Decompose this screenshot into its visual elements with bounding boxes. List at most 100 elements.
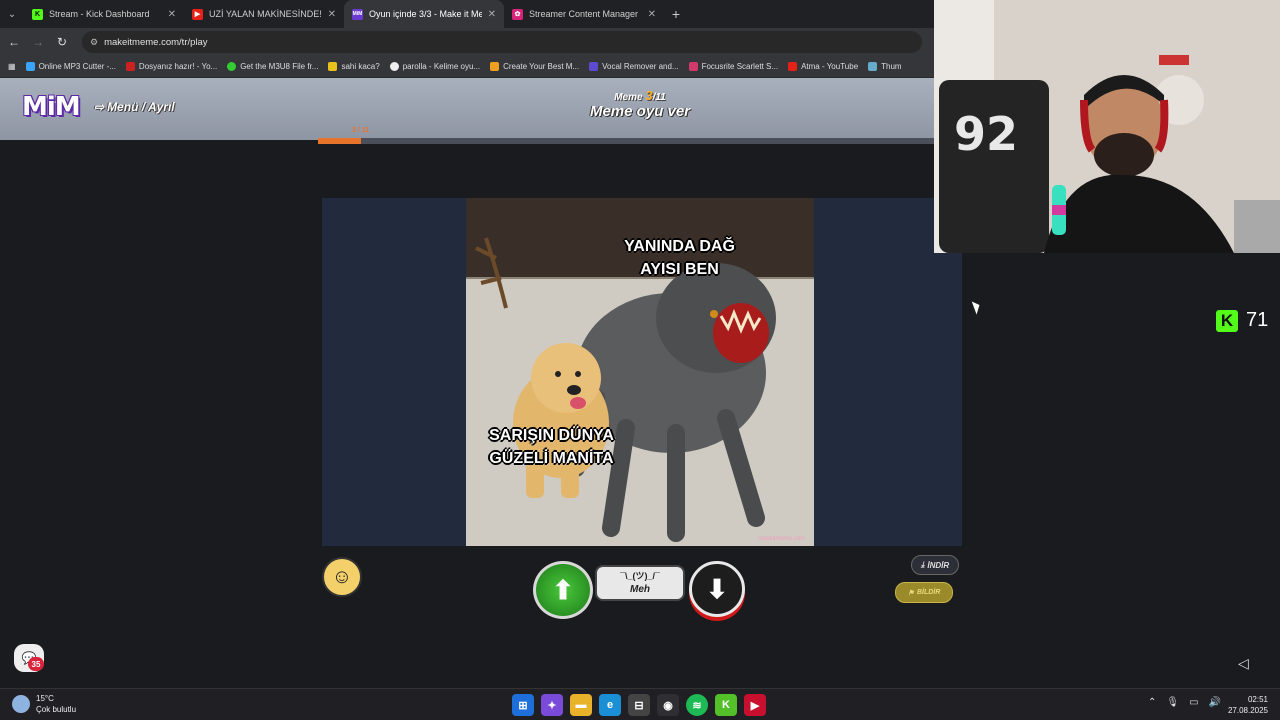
store-icon[interactable]: ⊟ bbox=[628, 694, 650, 716]
bookmark-item[interactable]: Online MP3 Cutter -... bbox=[25, 62, 116, 71]
chat-unread-badge: 35 bbox=[28, 657, 44, 671]
downvote-button[interactable]: ⬇ bbox=[689, 561, 745, 617]
address-bar[interactable]: ⚙ makeitmeme.com/tr/play bbox=[82, 31, 922, 53]
media-player-icon[interactable]: ▶ bbox=[744, 694, 766, 716]
bookmark-label: Vocal Remover and... bbox=[602, 62, 679, 71]
bookmark-label: Create Your Best M... bbox=[503, 62, 580, 71]
file-explorer-icon[interactable]: ▬ bbox=[570, 694, 592, 716]
close-icon[interactable]: ✕ bbox=[328, 9, 336, 20]
meme-bottom-caption: SARIŞIN DÜNYA GÜZELİ MANİTA bbox=[474, 424, 629, 470]
bookmark-item[interactable]: Create Your Best M... bbox=[490, 62, 579, 71]
bookmark-label: Atma - YouTube bbox=[801, 62, 859, 71]
tab-search-icon[interactable]: ⌄ bbox=[0, 0, 24, 28]
microphone-icon[interactable]: 🎙 bbox=[1166, 697, 1179, 708]
smiley-icon: ☺ bbox=[331, 565, 353, 588]
mim-logo[interactable]: MiM bbox=[22, 92, 81, 124]
taskbar-apps: ⊞ ✦ ▬ e ⊟ ◉ ≋ K ▶ bbox=[512, 694, 766, 716]
site-info-icon[interactable]: ⚙ bbox=[90, 37, 98, 48]
shrug-face: ¯\_(ツ)_/¯ bbox=[620, 571, 660, 581]
meme-top-caption: YANINDA DAĞ AYISI BEN bbox=[612, 235, 747, 281]
round-total: /11 bbox=[652, 92, 666, 103]
download-label: İNDİR bbox=[927, 560, 950, 570]
progress-label: 3 / 11 bbox=[352, 127, 370, 134]
arrow-up-icon: ⬆ bbox=[552, 574, 574, 605]
menu-leave-link[interactable]: ⇨ Menü / Ayrıl bbox=[94, 100, 175, 114]
bookmark-item[interactable]: Thum bbox=[868, 62, 902, 71]
bookmark-favicon bbox=[25, 62, 35, 71]
upvote-button[interactable]: ⬆ bbox=[533, 561, 593, 619]
bookmark-label: Focusrite Scarlett S... bbox=[701, 62, 779, 71]
cloud-icon bbox=[12, 695, 30, 713]
forward-icon[interactable]: → bbox=[28, 32, 48, 52]
svg-text:92: 92 bbox=[954, 107, 1018, 161]
webcam-feed: 92 bbox=[934, 0, 1280, 253]
bookmark-label: parolla - Kelime oyu... bbox=[402, 62, 481, 71]
kick-app-icon[interactable]: K bbox=[715, 694, 737, 716]
caption-line: GÜZELİ MANİTA bbox=[489, 450, 614, 467]
close-icon[interactable]: ✕ bbox=[488, 9, 496, 20]
bookmark-label: Thum bbox=[881, 62, 902, 71]
kick-viewer-counter: K 71 bbox=[1216, 309, 1268, 332]
chevron-up-icon[interactable]: ⌃ bbox=[1148, 697, 1156, 708]
round-counter: Meme 3/11 bbox=[560, 88, 720, 103]
watermark: makeitmeme.com bbox=[758, 536, 806, 542]
kick-icon: K bbox=[1216, 309, 1238, 332]
tab-youtube[interactable]: ▶ UZİ YALAN MAKİNESİNDE! | #P ✕ bbox=[184, 0, 344, 28]
bookmark-item[interactable]: Dosyanız hazır! - Yo... bbox=[125, 62, 218, 71]
bookmark-item[interactable]: parolla - Kelime oyu... bbox=[389, 62, 481, 71]
display-icon[interactable]: ▭ bbox=[1189, 697, 1198, 708]
arrow-down-icon: ⬇ bbox=[706, 573, 728, 604]
volume-icon[interactable]: 🔊 bbox=[1209, 697, 1221, 708]
tab-streamer-content-manager[interactable]: ✿ Streamer Content Manager ✕ bbox=[504, 0, 664, 28]
caption-line: YANINDA DAĞ bbox=[624, 238, 735, 255]
reaction-emoji-button[interactable]: ☺ bbox=[322, 557, 362, 597]
bookmark-favicon bbox=[589, 62, 599, 71]
youtube-icon: ▶ bbox=[192, 8, 203, 20]
copilot-icon[interactable]: ✦ bbox=[541, 694, 563, 716]
mouse-cursor-icon bbox=[971, 299, 983, 315]
chrome-icon[interactable]: ◉ bbox=[657, 694, 679, 716]
close-icon[interactable]: ✕ bbox=[648, 9, 656, 20]
bookmark-item[interactable]: Get the M3U8 File fr... bbox=[227, 62, 318, 71]
download-icon: ⤓ bbox=[920, 560, 925, 569]
download-button[interactable]: ⤓ İNDİR bbox=[911, 555, 959, 575]
windows-start-icon[interactable]: ⊞ bbox=[512, 694, 534, 716]
clock-date: 27.08.2025 bbox=[1227, 706, 1268, 715]
bookmark-item[interactable]: Focusrite Scarlett S... bbox=[688, 62, 779, 71]
browser-toolbar: ← → ↻ ⚙ makeitmeme.com/tr/play bbox=[0, 28, 934, 56]
browser-tab-bar: ⌄ K Stream - Kick Dashboard ✕ ▶ UZİ YALA… bbox=[0, 0, 934, 28]
report-button[interactable]: ⚑ BİLDİR bbox=[895, 582, 953, 603]
back-icon[interactable]: ← bbox=[4, 32, 24, 52]
windows-taskbar: 15°C Çok bulutlu ⊞ ✦ ▬ e ⊟ ◉ ≋ K ▶ ⌃ 🎙 ▭… bbox=[0, 688, 1280, 720]
kick-icon: K bbox=[32, 8, 43, 20]
weather-widget[interactable]: 15°C Çok bulutlu bbox=[12, 693, 76, 715]
close-icon[interactable]: ✕ bbox=[168, 9, 176, 20]
round-info: Meme 3/11 Meme oyu ver bbox=[560, 88, 720, 120]
tab-title: Stream - Kick Dashboard bbox=[49, 9, 150, 19]
apps-grid-icon[interactable]: ▦ bbox=[8, 62, 16, 71]
weather-text: 15°C Çok bulutlu bbox=[36, 693, 76, 715]
bookmark-favicon bbox=[227, 62, 237, 71]
round-number: 3 bbox=[645, 88, 653, 103]
spotify-icon[interactable]: ≋ bbox=[686, 694, 708, 716]
bookmark-item[interactable]: sahi kaca? bbox=[328, 62, 380, 71]
bookmark-item[interactable]: Atma - YouTube bbox=[788, 62, 858, 71]
weather-desc: Çok bulutlu bbox=[36, 705, 77, 714]
tab-make-it-meme[interactable]: MiM Oyun içinde 3/3 - Make it Mem ✕ bbox=[344, 0, 504, 28]
speaker-mute-icon[interactable]: ◁ bbox=[1238, 655, 1249, 672]
edge-icon[interactable]: e bbox=[599, 694, 621, 716]
bookmark-favicon bbox=[788, 62, 798, 71]
exit-icon: ⇨ bbox=[94, 100, 105, 114]
meh-button[interactable]: ¯\_(ツ)_/¯ Meh bbox=[595, 565, 685, 601]
vote-controls: ⬆ ¯\_(ツ)_/¯ Meh ⬇ bbox=[533, 561, 745, 619]
caption-line: SARIŞIN DÜNYA bbox=[489, 427, 614, 444]
reload-icon[interactable]: ↻ bbox=[52, 32, 72, 52]
report-label: BİLDİR bbox=[916, 589, 941, 596]
new-tab-button[interactable]: + bbox=[664, 0, 688, 28]
system-clock[interactable]: 02:51 27.08.2025 bbox=[1226, 694, 1268, 716]
tab-title: UZİ YALAN MAKİNESİNDE! | #P bbox=[209, 9, 322, 19]
tab-kick-dashboard[interactable]: K Stream - Kick Dashboard ✕ bbox=[24, 0, 184, 28]
flag-icon: ⚑ bbox=[907, 589, 914, 597]
bookmark-label: Dosyanız hazır! - Yo... bbox=[138, 62, 218, 71]
bookmark-item[interactable]: Vocal Remover and... bbox=[589, 62, 679, 71]
